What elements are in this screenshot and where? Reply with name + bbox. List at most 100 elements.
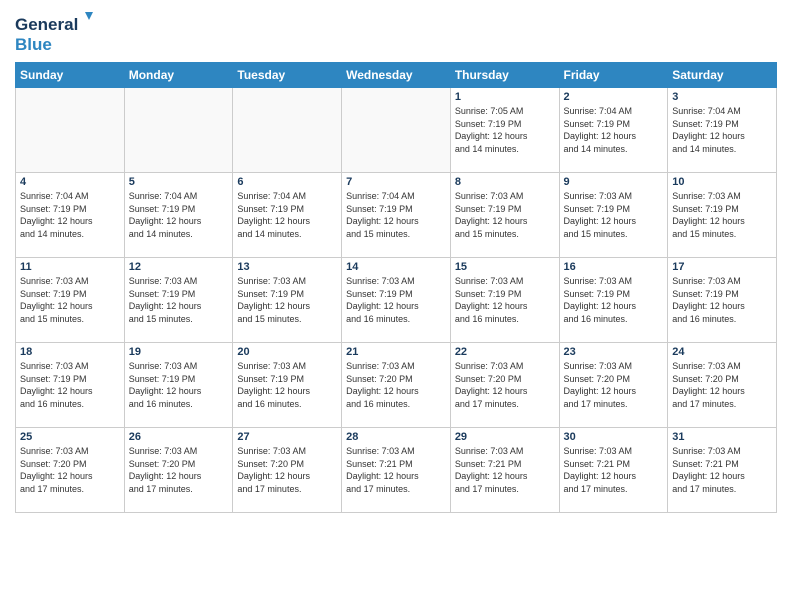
calendar-cell: 3Sunrise: 7:04 AM Sunset: 7:19 PM Daylig… (668, 88, 777, 173)
weekday-header: Wednesday (342, 63, 451, 88)
weekday-header: Thursday (450, 63, 559, 88)
day-number: 12 (129, 261, 229, 273)
cell-info: Sunrise: 7:04 AM Sunset: 7:19 PM Dayligh… (20, 190, 120, 240)
cell-info: Sunrise: 7:03 AM Sunset: 7:19 PM Dayligh… (564, 275, 664, 325)
day-number: 19 (129, 346, 229, 358)
calendar-cell: 12 Sunrise: 7:03 AM Sunset: 7:19 PM Dayli… (124, 258, 233, 343)
day-number: 21 (346, 346, 446, 358)
logo: General Blue (15, 10, 95, 54)
weekday-header: Saturday (668, 63, 777, 88)
calendar-cell: 6 Sunrise: 7:04 AM Sunset: 7:19 PM Daylig… (233, 173, 342, 258)
calendar-cell (233, 88, 342, 173)
day-number: 29 (455, 431, 555, 443)
day-number: 25 (20, 431, 120, 443)
weekday-header: Friday (559, 63, 668, 88)
calendar-cell: 19 Sunrise: 7:03 AM Sunset: 7:19 PM Dayli… (124, 343, 233, 428)
calendar-cell: 4Sunrise: 7:04 AM Sunset: 7:19 PM Daylig… (16, 173, 125, 258)
cell-info: Sunrise: 7:03 AM Sunset: 7:19 PM Dayligh… (672, 275, 772, 325)
cell-info: Sunrise: 7:03 AM Sunset: 7:19 PM Dayligh… (129, 275, 229, 325)
cell-info: Sunrise: 7:03 AM Sunset: 7:20 PM Dayligh… (20, 445, 120, 495)
calendar-cell (16, 88, 125, 173)
calendar-cell: 9 Sunrise: 7:03 AM Sunset: 7:19 PM Daylig… (559, 173, 668, 258)
cell-info: Sunrise: 7:03 AM Sunset: 7:21 PM Dayligh… (455, 445, 555, 495)
cell-info: Sunrise: 7:03 AM Sunset: 7:19 PM Dayligh… (237, 275, 337, 325)
calendar-week-row: 4Sunrise: 7:04 AM Sunset: 7:19 PM Daylig… (16, 173, 777, 258)
calendar-cell (342, 88, 451, 173)
day-number: 16 (564, 261, 664, 273)
calendar-cell: 2 Sunrise: 7:04 AM Sunset: 7:19 PM Daylig… (559, 88, 668, 173)
day-number: 28 (346, 431, 446, 443)
calendar-cell: 16 Sunrise: 7:03 AM Sunset: 7:19 PM Dayli… (559, 258, 668, 343)
cell-info: Sunrise: 7:03 AM Sunset: 7:20 PM Dayligh… (346, 360, 446, 410)
calendar-week-row: 1 Sunrise: 7:05 AM Sunset: 7:19 PM Daylig… (16, 88, 777, 173)
cell-info: Sunrise: 7:03 AM Sunset: 7:19 PM Dayligh… (20, 275, 120, 325)
day-number: 8 (455, 176, 555, 188)
calendar-cell: 5 Sunrise: 7:04 AM Sunset: 7:19 PM Daylig… (124, 173, 233, 258)
cell-info: Sunrise: 7:04 AM Sunset: 7:19 PM Dayligh… (564, 105, 664, 155)
svg-text:Blue: Blue (15, 35, 52, 54)
calendar-cell: 29 Sunrise: 7:03 AM Sunset: 7:21 PM Dayli… (450, 428, 559, 513)
page-header: General Blue (15, 10, 777, 54)
calendar-cell: 25 Sunrise: 7:03 AM Sunset: 7:20 PM Dayli… (16, 428, 125, 513)
calendar-week-row: 25 Sunrise: 7:03 AM Sunset: 7:20 PM Dayli… (16, 428, 777, 513)
calendar-cell: 10 Sunrise: 7:03 AM Sunset: 7:19 PM Dayli… (668, 173, 777, 258)
calendar-header-row: SundayMondayTuesdayWednesdayThursdayFrid… (16, 63, 777, 88)
cell-info: Sunrise: 7:03 AM Sunset: 7:19 PM Dayligh… (564, 190, 664, 240)
day-number: 5 (129, 176, 229, 188)
calendar-cell: 13 Sunrise: 7:03 AM Sunset: 7:19 PM Dayli… (233, 258, 342, 343)
cell-info: Sunrise: 7:03 AM Sunset: 7:19 PM Dayligh… (237, 360, 337, 410)
weekday-header: Monday (124, 63, 233, 88)
weekday-header: Sunday (16, 63, 125, 88)
day-number: 15 (455, 261, 555, 273)
calendar-cell: 26Sunrise: 7:03 AM Sunset: 7:20 PM Dayli… (124, 428, 233, 513)
cell-info: Sunrise: 7:03 AM Sunset: 7:20 PM Dayligh… (672, 360, 772, 410)
calendar-cell: 24 Sunrise: 7:03 AM Sunset: 7:20 PM Dayli… (668, 343, 777, 428)
cell-info: Sunrise: 7:04 AM Sunset: 7:19 PM Dayligh… (129, 190, 229, 240)
cell-info: Sunrise: 7:03 AM Sunset: 7:21 PM Dayligh… (346, 445, 446, 495)
cell-info: Sunrise: 7:05 AM Sunset: 7:19 PM Dayligh… (455, 105, 555, 155)
day-number: 13 (237, 261, 337, 273)
day-number: 14 (346, 261, 446, 273)
calendar-cell: 27 Sunrise: 7:03 AM Sunset: 7:20 PM Dayli… (233, 428, 342, 513)
day-number: 3 (672, 91, 772, 103)
cell-info: Sunrise: 7:03 AM Sunset: 7:19 PM Dayligh… (346, 275, 446, 325)
day-number: 26 (129, 431, 229, 443)
cell-info: Sunrise: 7:04 AM Sunset: 7:19 PM Dayligh… (346, 190, 446, 240)
calendar-cell (124, 88, 233, 173)
calendar-cell: 15 Sunrise: 7:03 AM Sunset: 7:19 PM Dayli… (450, 258, 559, 343)
weekday-header: Tuesday (233, 63, 342, 88)
cell-info: Sunrise: 7:03 AM Sunset: 7:20 PM Dayligh… (564, 360, 664, 410)
day-number: 30 (564, 431, 664, 443)
cell-info: Sunrise: 7:03 AM Sunset: 7:19 PM Dayligh… (672, 190, 772, 240)
calendar-week-row: 11 Sunrise: 7:03 AM Sunset: 7:19 PM Dayli… (16, 258, 777, 343)
cell-info: Sunrise: 7:03 AM Sunset: 7:19 PM Dayligh… (455, 275, 555, 325)
cell-info: Sunrise: 7:03 AM Sunset: 7:19 PM Dayligh… (129, 360, 229, 410)
day-number: 6 (237, 176, 337, 188)
calendar-cell: 11 Sunrise: 7:03 AM Sunset: 7:19 PM Dayli… (16, 258, 125, 343)
logo-svg: General Blue (15, 10, 95, 54)
calendar-cell: 22Sunrise: 7:03 AM Sunset: 7:20 PM Dayli… (450, 343, 559, 428)
day-number: 9 (564, 176, 664, 188)
calendar-cell: 18 Sunrise: 7:03 AM Sunset: 7:19 PM Dayli… (16, 343, 125, 428)
day-number: 18 (20, 346, 120, 358)
calendar-cell: 14 Sunrise: 7:03 AM Sunset: 7:19 PM Dayli… (342, 258, 451, 343)
calendar-table: SundayMondayTuesdayWednesdayThursdayFrid… (15, 62, 777, 513)
calendar-cell: 17Sunrise: 7:03 AM Sunset: 7:19 PM Dayli… (668, 258, 777, 343)
day-number: 1 (455, 91, 555, 103)
day-number: 2 (564, 91, 664, 103)
day-number: 11 (20, 261, 120, 273)
day-number: 22 (455, 346, 555, 358)
calendar-cell: 28 Sunrise: 7:03 AM Sunset: 7:21 PM Dayli… (342, 428, 451, 513)
cell-info: Sunrise: 7:03 AM Sunset: 7:19 PM Dayligh… (20, 360, 120, 410)
day-number: 7 (346, 176, 446, 188)
day-number: 27 (237, 431, 337, 443)
calendar-cell: 30Sunrise: 7:03 AM Sunset: 7:21 PM Dayli… (559, 428, 668, 513)
calendar-cell: 7 Sunrise: 7:04 AM Sunset: 7:19 PM Daylig… (342, 173, 451, 258)
day-number: 20 (237, 346, 337, 358)
day-number: 24 (672, 346, 772, 358)
cell-info: Sunrise: 7:03 AM Sunset: 7:20 PM Dayligh… (237, 445, 337, 495)
cell-info: Sunrise: 7:04 AM Sunset: 7:19 PM Dayligh… (237, 190, 337, 240)
day-number: 10 (672, 176, 772, 188)
calendar-cell: 20 Sunrise: 7:03 AM Sunset: 7:19 PM Dayli… (233, 343, 342, 428)
calendar-cell: 8Sunrise: 7:03 AM Sunset: 7:19 PM Daylig… (450, 173, 559, 258)
